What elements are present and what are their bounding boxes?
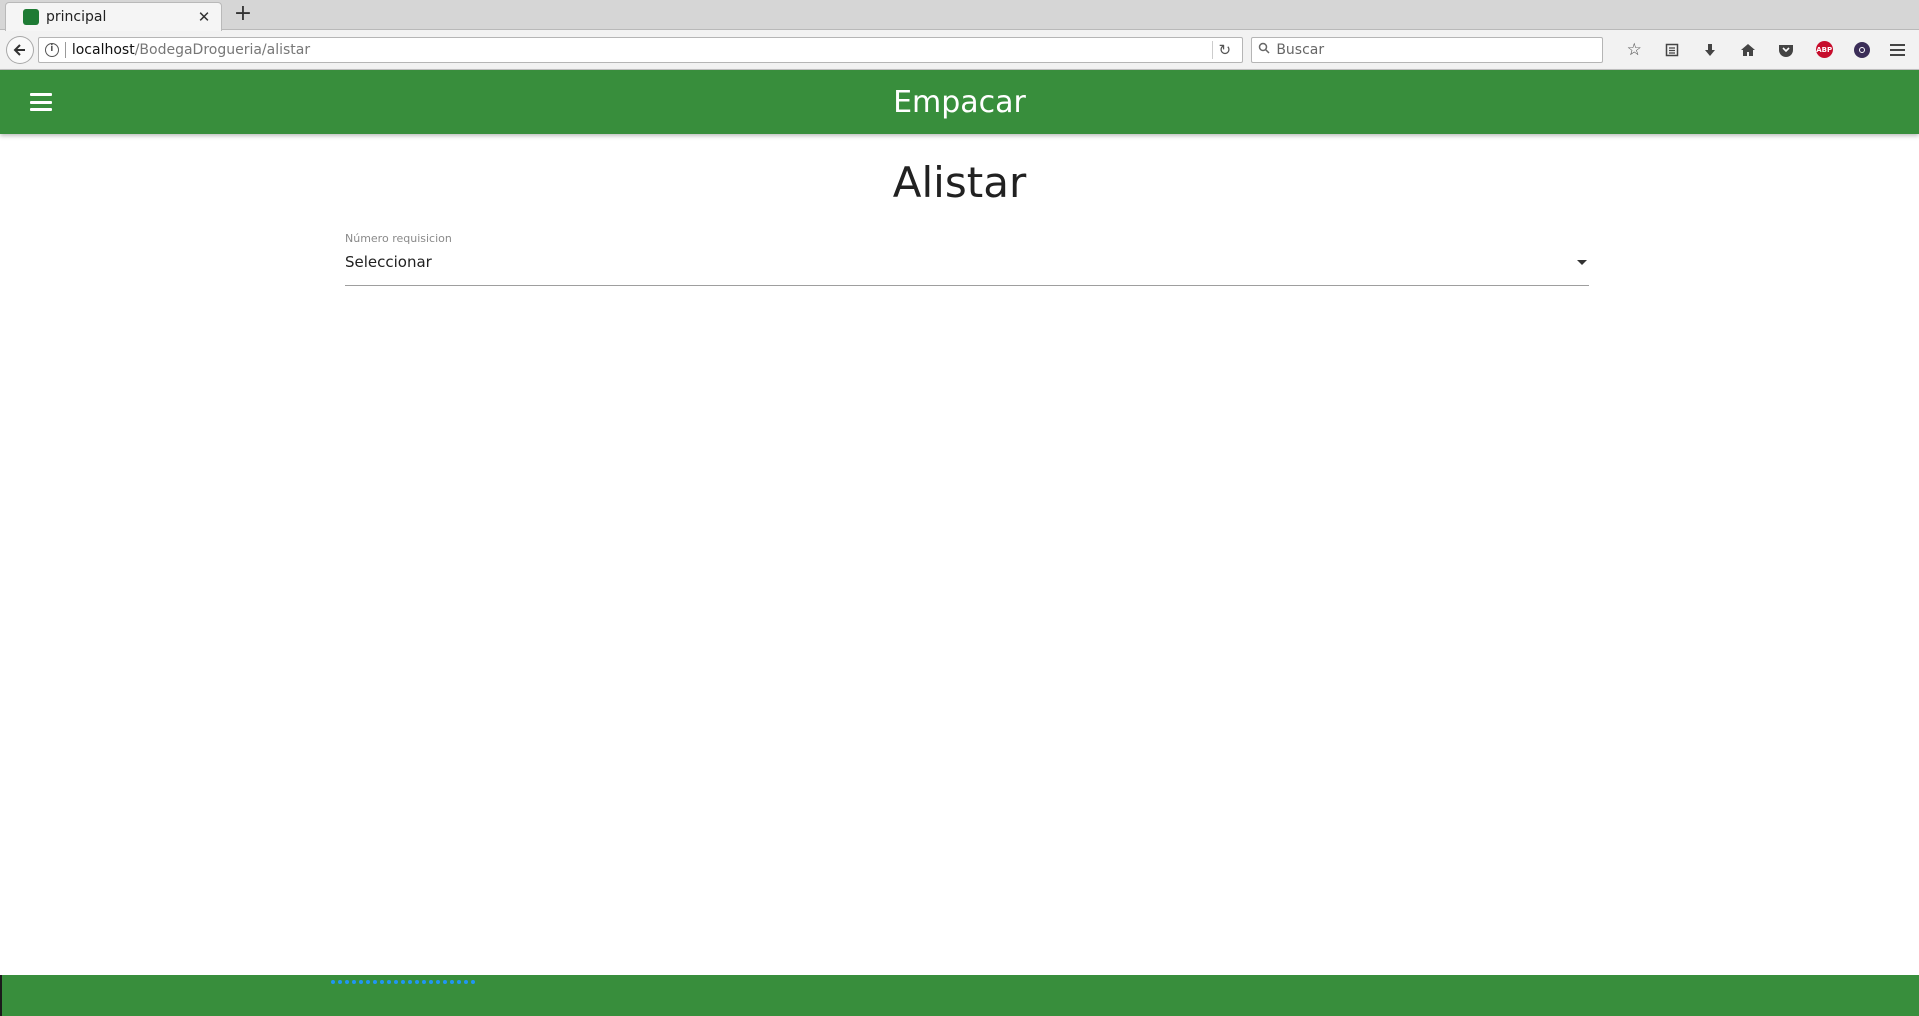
page-heading: Alistar <box>892 158 1027 207</box>
hamburger-menu-icon[interactable] <box>30 91 54 113</box>
download-icon[interactable] <box>1691 36 1729 64</box>
search-icon <box>1258 42 1270 58</box>
new-tab-button[interactable]: + <box>232 3 254 25</box>
toolbar-icons: ☆ ABP <box>1615 36 1881 64</box>
bookmark-star-icon[interactable]: ☆ <box>1615 36 1653 64</box>
favicon-icon <box>23 9 39 25</box>
loading-indicator <box>331 980 475 984</box>
url-separator <box>64 41 66 58</box>
search-input[interactable] <box>1276 41 1577 58</box>
tab-title: principal <box>46 9 107 25</box>
back-button[interactable] <box>6 35 34 64</box>
select-value: Seleccionar <box>345 253 432 271</box>
url-host: localhost <box>71 41 135 58</box>
url-text[interactable]: localhost/BodegaDrogueria/alistar <box>72 42 1212 58</box>
dropdown-caret-icon <box>1577 260 1587 265</box>
footer-edge <box>0 975 2 1016</box>
arrow-left-icon <box>13 43 25 56</box>
search-bar[interactable] <box>1251 36 1604 63</box>
close-tab-icon[interactable]: ✕ <box>195 8 213 26</box>
tab-strip: principal ✕ + <box>0 0 1919 31</box>
pocket-icon[interactable] <box>1767 36 1805 64</box>
requisition-select[interactable]: Seleccionar <box>345 253 1589 286</box>
home-icon[interactable] <box>1729 36 1767 64</box>
url-path: /BodegaDrogueria/alistar <box>134 41 311 58</box>
field-label: Número requisicion <box>345 232 452 245</box>
info-icon[interactable]: i <box>44 42 59 57</box>
navigation-bar: i localhost/BodegaDrogueria/alistar ↻ ☆ <box>0 30 1919 70</box>
requisition-field: Número requisicion Seleccionar <box>345 232 1589 286</box>
reading-list-icon[interactable] <box>1653 36 1691 64</box>
app-bar: Empacar <box>0 70 1919 134</box>
browser-menu-icon[interactable] <box>1881 36 1913 64</box>
extension-icon[interactable] <box>1843 36 1881 64</box>
main-content: Alistar Número requisicion Seleccionar <box>0 134 1919 975</box>
browser-chrome: principal ✕ + i localhost/BodegaDrogueri… <box>0 0 1919 70</box>
address-bar[interactable]: i localhost/BodegaDrogueria/alistar ↻ <box>37 36 1244 63</box>
adblock-icon[interactable]: ABP <box>1805 36 1843 64</box>
app-title: Empacar <box>893 84 1026 120</box>
reload-icon[interactable]: ↻ <box>1212 40 1236 59</box>
footer-bar <box>0 975 1919 1016</box>
browser-tab[interactable]: principal ✕ <box>5 2 222 31</box>
